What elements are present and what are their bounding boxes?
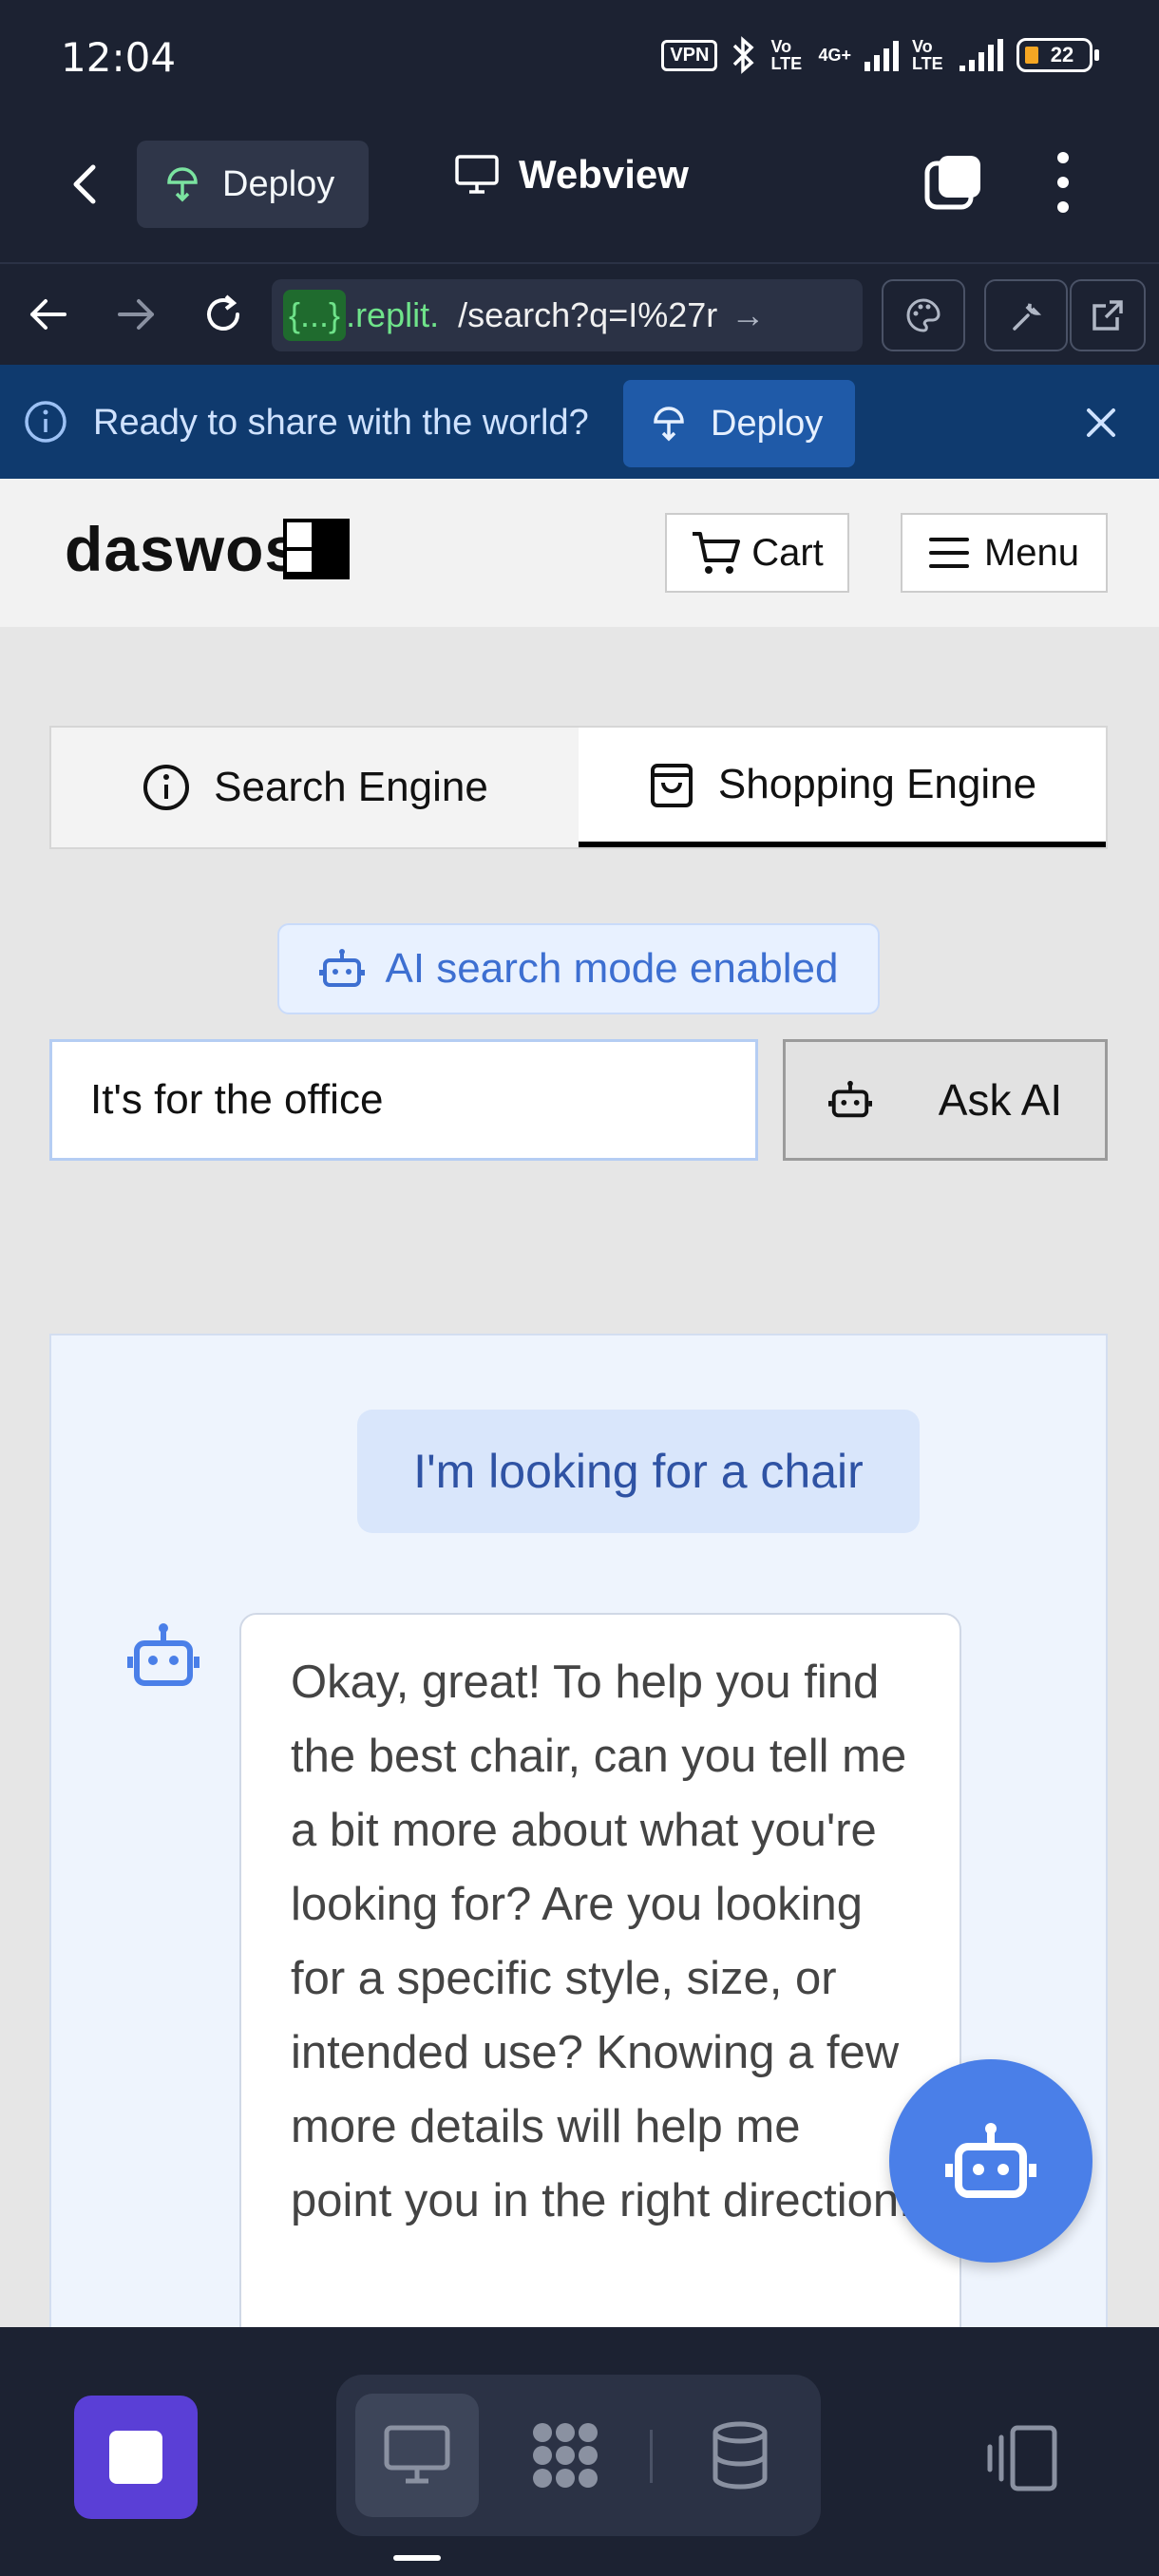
network-type-icon: 4G+ [818,46,851,65]
close-icon[interactable] [1079,401,1123,445]
battery-icon: 22 [1016,38,1099,72]
search-input-value: It's for the office [90,1076,384,1123]
external-link-icon [1092,300,1123,331]
deploy-icon [654,407,684,442]
url-field[interactable]: {...} .replit. /search?q=I%27r → [272,279,863,351]
url-path: /search?q=I%27r [458,295,718,334]
robot-icon [318,949,365,987]
signal-icon-2 [960,39,1003,71]
tab-search-engine[interactable]: Search Engine [51,728,579,847]
ai-mode-text: AI search mode enabled [385,945,839,992]
menu-button[interactable]: Menu [901,513,1108,593]
agent-swirl-icon [533,2423,598,2488]
robot-icon [945,2123,1036,2198]
logo-text: daswos [65,514,301,584]
url-host-token: {...} [283,290,347,341]
url-host-suffix: .replit. [346,295,440,334]
bot-message: Okay, great! To help you find the best c… [239,1613,961,2327]
agent-toggle[interactable] [504,2394,627,2517]
shopping-bag-icon [650,764,693,807]
status-icons: VPN Vo LTE 4G+ Vo LTE 22 [661,36,1099,74]
segment-divider [650,2430,653,2483]
banner-message: Ready to share with the world? [93,403,589,443]
site-header: daswos Cart Menu [0,479,1159,627]
monitor-icon [455,155,499,194]
app-header: Deploy Webview [0,114,1159,262]
ai-chat-fab[interactable] [889,2059,1092,2263]
theme-palette-button[interactable] [882,279,965,351]
bottom-toolbar [0,2327,1159,2576]
monitor-icon [384,2425,450,2484]
info-circle-icon [143,765,190,810]
stop-icon [109,2431,162,2484]
vpn-icon: VPN [661,39,718,71]
user-message-text: I'm looking for a chair [413,1445,864,1498]
bot-avatar-icon [127,1623,200,1686]
cart-button[interactable]: Cart [665,513,849,593]
wrench-icon [1013,303,1042,331]
bluetooth-icon [733,36,755,74]
ask-ai-button[interactable]: Ask AI [783,1039,1108,1161]
cart-icon [693,532,741,574]
hamburger-icon [928,538,969,568]
webview-toggle[interactable] [355,2394,479,2517]
database-toggle[interactable] [678,2394,802,2517]
url-bar: {...} .replit. /search?q=I%27r → [0,262,1159,365]
user-message: I'm looking for a chair [357,1410,920,1533]
tabs-switcher-icon[interactable] [923,152,984,213]
devtools-button[interactable] [984,279,1068,351]
reload-icon[interactable] [198,289,249,340]
ask-ai-label: Ask AI [938,1075,1063,1125]
status-bar: 12:04 VPN Vo LTE 4G+ Vo LTE 22 [0,0,1159,114]
clock: 12:04 [61,34,177,81]
signal-icon [864,39,899,71]
palette-icon [906,298,940,332]
nav-forward-icon[interactable] [110,289,162,340]
open-external-button[interactable] [1070,279,1146,351]
search-input[interactable]: It's for the office [49,1039,758,1161]
url-go-arrow-icon[interactable]: → [731,295,765,335]
robot-icon [827,1080,872,1118]
tab-label: Shopping Engine [717,761,1037,807]
banner-deploy-label: Deploy [711,403,824,444]
nav-back-icon[interactable] [23,289,74,340]
cart-label: Cart [751,531,824,574]
webview-page: daswos Cart Menu Search Engine Shopping … [0,479,1159,2327]
volte-icon: Vo LTE [770,37,803,73]
site-logo[interactable]: daswos [65,513,351,585]
deploy-icon [167,167,198,202]
tab-shopping-engine[interactable]: Shopping Engine [579,728,1106,847]
home-indicator [393,2555,441,2561]
database-icon [712,2421,768,2490]
deploy-banner: Ready to share with the world? Deploy [0,365,1159,479]
banner-deploy-button[interactable]: Deploy [623,380,855,467]
deploy-label: Deploy [222,163,335,204]
webview-title: Webview [454,152,689,198]
logo-mark-icon [283,519,351,579]
more-options-icon[interactable] [1049,152,1077,213]
volte-icon-2: Vo LTE [912,37,943,73]
battery-level: 22 [1050,43,1074,66]
ai-mode-badge: AI search mode enabled [277,923,880,1014]
bot-message-text: Okay, great! To help you find the best c… [291,1657,912,2226]
layout-panel-icon[interactable] [984,2422,1060,2494]
stop-button[interactable] [74,2396,198,2519]
engine-tabs: Search Engine Shopping Engine [49,726,1108,849]
menu-label: Menu [983,531,1080,574]
deploy-button[interactable]: Deploy [137,141,369,228]
back-chevron-icon[interactable] [59,156,116,213]
tab-label: Search Engine [214,764,488,810]
view-switcher [336,2375,821,2536]
webview-label: Webview [519,152,689,197]
info-icon [25,401,66,443]
